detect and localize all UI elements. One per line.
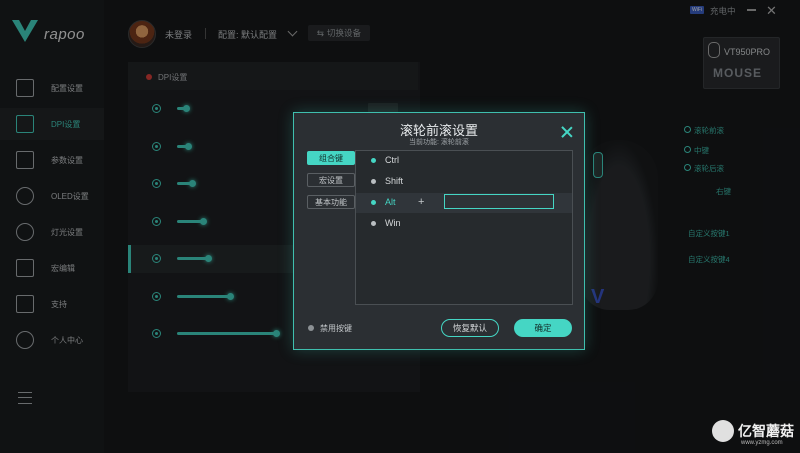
key-capture-input[interactable] (444, 194, 554, 209)
key-label: Shift (385, 176, 404, 186)
check-dot-icon (371, 200, 376, 205)
close-icon[interactable] (560, 125, 574, 139)
watermark-text: 亿智蘑菇 (738, 423, 794, 439)
combo-key-panel: Ctrl Shift Alt + Win (355, 150, 573, 305)
key-label: Ctrl (385, 155, 399, 165)
key-label: Alt (385, 197, 396, 207)
app-window: rapoo 配置设置 DPI设置 参数设置 OLED设置 灯光设置 宏编辑 支持… (0, 0, 800, 453)
check-dot-icon (371, 179, 376, 184)
watermark-url: www.yzmg.com (741, 440, 783, 446)
plus-sign: + (418, 196, 425, 208)
disable-key-radio[interactable] (308, 325, 314, 331)
watermark-logo-icon (712, 420, 734, 442)
key-option-win[interactable]: Win (356, 214, 572, 234)
key-option-ctrl[interactable]: Ctrl (356, 151, 572, 171)
check-dot-icon (371, 221, 376, 226)
tab-macro[interactable]: 宏设置 (307, 173, 355, 187)
dialog-subtitle: 当前功能: 滚轮前滚 (409, 139, 469, 146)
check-dot-icon (371, 158, 376, 163)
wheel-forward-dialog: 滚轮前滚设置 当前功能: 滚轮前滚 组合键 宏设置 基本功能 Ctrl Shif… (293, 112, 585, 350)
ok-button[interactable]: 确定 (514, 319, 572, 337)
restore-default-button[interactable]: 恢复默认 (441, 319, 499, 337)
disable-key-label[interactable]: 禁用按键 (320, 323, 352, 334)
key-option-shift[interactable]: Shift (356, 172, 572, 192)
tab-combo-keys[interactable]: 组合键 (307, 151, 355, 165)
tab-basic-function[interactable]: 基本功能 (307, 195, 355, 209)
key-label: Win (385, 218, 401, 228)
watermark: 亿智蘑菇 (712, 420, 794, 442)
key-option-alt[interactable]: Alt + (356, 193, 572, 213)
